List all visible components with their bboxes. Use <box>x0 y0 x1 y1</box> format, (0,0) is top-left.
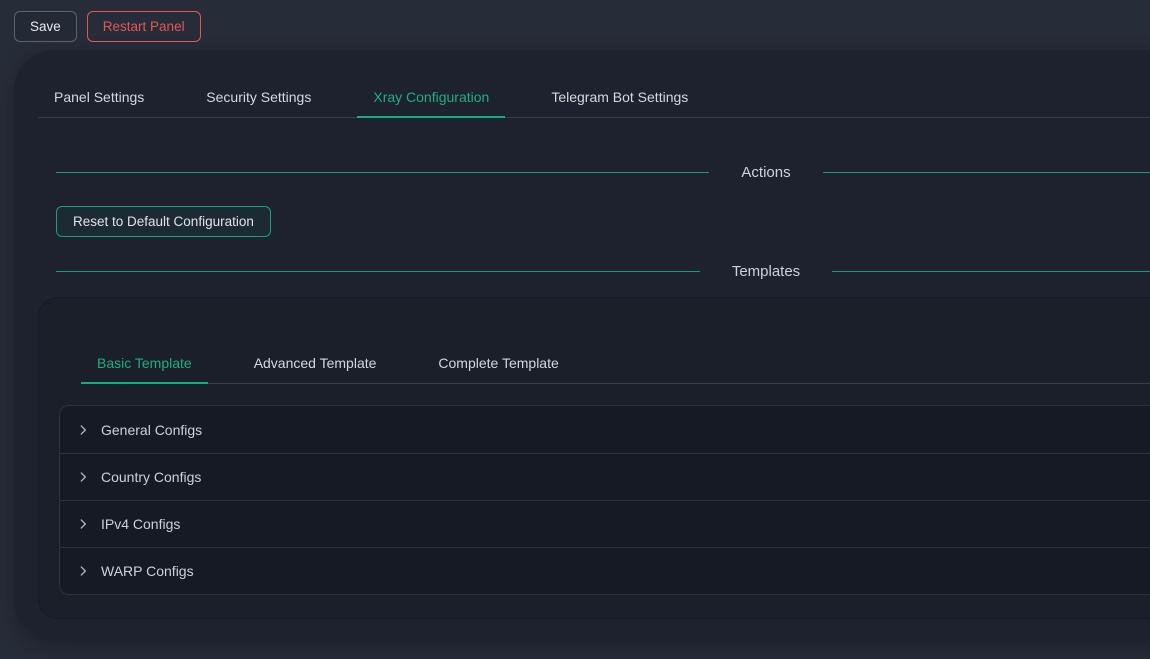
tab-complete-template[interactable]: Complete Template <box>422 342 574 383</box>
accordion-warp-configs[interactable]: WARP Configs <box>60 547 1150 594</box>
accordion-label: IPv4 Configs <box>101 516 180 532</box>
tab-telegram-bot-settings[interactable]: Telegram Bot Settings <box>535 76 704 117</box>
accordion-label: WARP Configs <box>101 563 194 579</box>
accordion-general-configs[interactable]: General Configs <box>60 406 1150 453</box>
accordion-country-configs[interactable]: Country Configs <box>60 453 1150 500</box>
chevron-right-icon <box>76 423 90 437</box>
chevron-right-icon <box>76 517 90 531</box>
divider-line <box>832 271 1150 272</box>
chevron-right-icon <box>76 470 90 484</box>
divider-line <box>823 172 1150 173</box>
template-config-accordion: General Configs Country Configs IPv4 Con… <box>59 405 1150 595</box>
divider-line <box>56 271 700 272</box>
actions-divider: Actions <box>56 160 1150 184</box>
save-button[interactable]: Save <box>14 11 77 42</box>
tab-advanced-template[interactable]: Advanced Template <box>238 342 393 383</box>
templates-divider-title: Templates <box>732 263 800 280</box>
restart-panel-button[interactable]: Restart Panel <box>87 11 201 42</box>
tab-basic-template[interactable]: Basic Template <box>81 342 208 383</box>
template-tab-bar: Basic Template Advanced Template Complet… <box>81 342 1150 384</box>
templates-card: Basic Template Advanced Template Complet… <box>38 297 1150 619</box>
reset-default-configuration-button[interactable]: Reset to Default Configuration <box>56 206 271 237</box>
tab-security-settings[interactable]: Security Settings <box>190 76 327 117</box>
tab-xray-configuration[interactable]: Xray Configuration <box>357 76 505 117</box>
accordion-label: General Configs <box>101 422 202 438</box>
chevron-right-icon <box>76 564 90 578</box>
tab-panel-settings[interactable]: Panel Settings <box>38 76 160 117</box>
settings-tab-bar: Panel Settings Security Settings Xray Co… <box>38 76 1150 118</box>
accordion-label: Country Configs <box>101 469 201 485</box>
accordion-ipv4-configs[interactable]: IPv4 Configs <box>60 500 1150 547</box>
top-toolbar: Save Restart Panel <box>0 0 1150 50</box>
settings-card: Panel Settings Security Settings Xray Co… <box>14 50 1150 640</box>
templates-divider: Templates <box>56 259 1150 283</box>
actions-divider-title: Actions <box>741 164 790 181</box>
divider-line <box>56 172 709 173</box>
